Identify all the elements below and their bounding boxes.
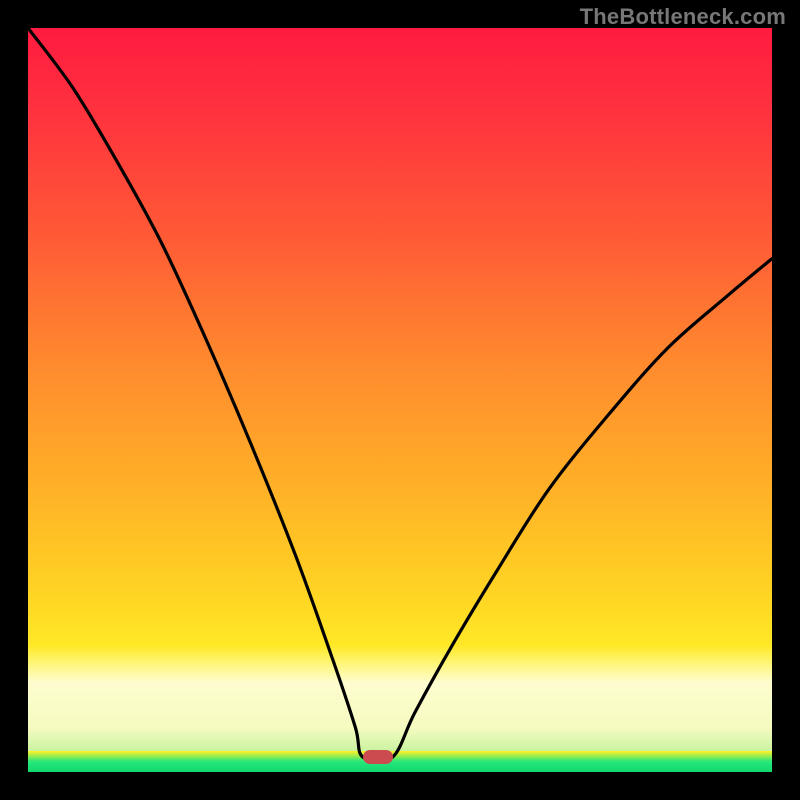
optimum-marker — [363, 750, 393, 764]
plot-area — [28, 28, 772, 772]
watermark-text: TheBottleneck.com — [580, 4, 786, 30]
curve-path — [28, 28, 772, 762]
chart-frame: TheBottleneck.com — [0, 0, 800, 800]
bottleneck-curve — [28, 28, 772, 772]
